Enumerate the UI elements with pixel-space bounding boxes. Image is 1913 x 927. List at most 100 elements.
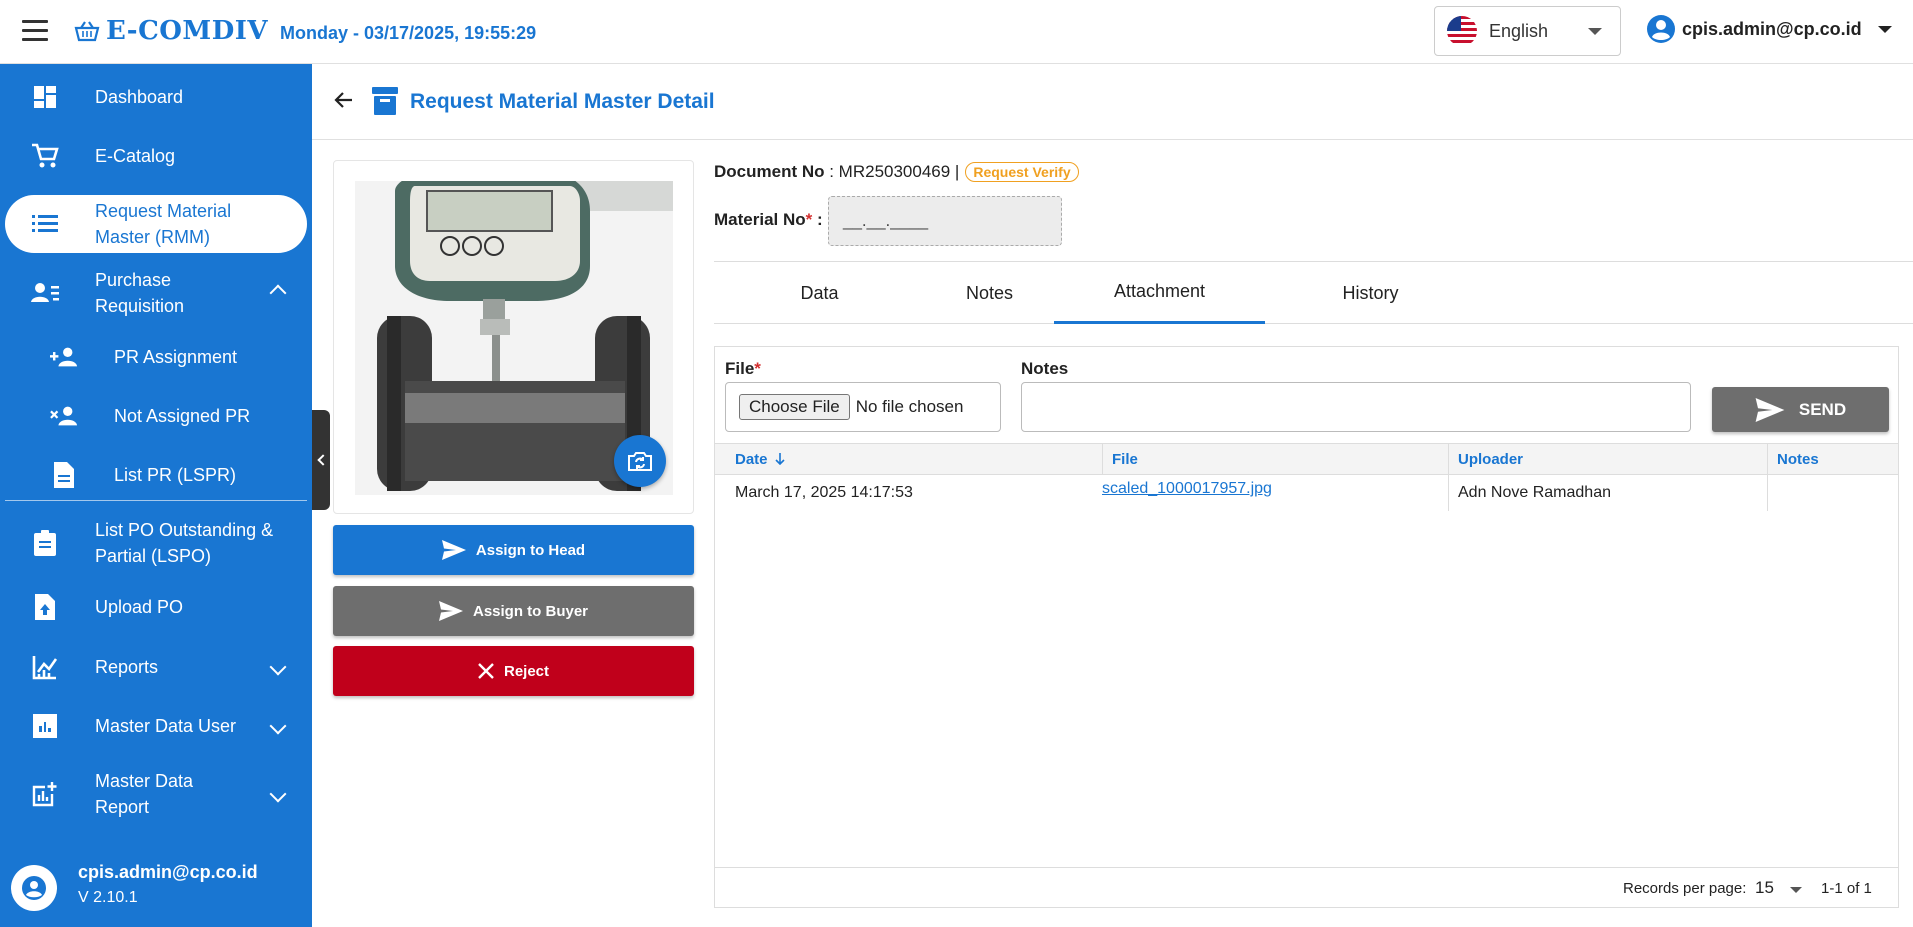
sidebar-item-label: Purchase Requisition <box>95 270 185 316</box>
column-header-notes[interactable]: Notes <box>1767 444 1898 474</box>
dashboard-icon <box>31 83 59 111</box>
file-label: File <box>725 359 755 378</box>
account-circle-icon <box>1647 15 1675 43</box>
file-label-line: File* <box>725 359 761 379</box>
sidebar-item-label: Master Data User <box>95 716 237 736</box>
choose-file-button[interactable]: Choose File <box>739 394 850 420</box>
tab-history[interactable]: History <box>1265 262 1476 324</box>
send-icon <box>438 601 463 621</box>
chevron-down-icon <box>269 785 287 803</box>
top-bar: E-COMDIV Monday - 03/17/2025, 19:55:29 E… <box>0 0 1913 64</box>
records-per-page-select[interactable]: 15 <box>1755 878 1774 898</box>
sidebar-item-label: PR Assignment <box>114 347 238 367</box>
sidebar-footer: cpis.admin@cp.co.id V 2.10.1 <box>0 851 312 927</box>
row-uploader: Adn Nove Ramadhan <box>1448 475 1767 511</box>
chevron-up-icon <box>269 284 287 302</box>
cart-icon <box>31 142 59 170</box>
user-email: cpis.admin@cp.co.id <box>1682 18 1862 39</box>
sidebar-item-master-data-user[interactable]: Master Data User <box>0 709 312 743</box>
material-no-field: __.__.____ <box>828 196 1062 246</box>
sidebar-item-label: Upload PO <box>95 597 184 617</box>
sidebar-item-label: Reports <box>95 657 159 677</box>
material-no-label-line: Material No* : <box>714 210 823 229</box>
sidebar-item-label: Not Assigned PR <box>114 406 251 426</box>
pagination-range: 1-1 of 1 <box>1821 880 1872 897</box>
sort-arrow-down-icon <box>774 453 785 465</box>
material-no-label: Material No <box>714 210 806 229</box>
reject-button[interactable]: Reject <box>333 646 694 696</box>
assign-to-buyer-label: Assign to Buyer <box>472 602 589 620</box>
sidebar-item-label: Dashboard <box>95 87 184 107</box>
chart-icon <box>31 653 59 681</box>
chevron-down-icon <box>1877 25 1892 33</box>
sidebar-item-label: Master Data Report <box>95 771 194 817</box>
row-notes <box>1767 475 1898 511</box>
send-button[interactable]: SEND <box>1712 387 1889 432</box>
document-no-value: MR250300469 <box>838 162 951 181</box>
user-menu[interactable]: cpis.admin@cp.co.id <box>1646 14 1892 44</box>
sidebar-item-purchase-requisition[interactable]: Purchase Requisition <box>0 264 312 322</box>
sidebar-item-label: List PR (LSPR) <box>114 465 237 485</box>
list-icon <box>31 210 59 238</box>
document-number-line: Document No : MR250300469 | Request Veri… <box>714 162 1079 182</box>
basket-icon <box>74 21 100 42</box>
upload-file-icon <box>31 593 59 621</box>
page-title: Request Material Master Detail <box>410 90 715 113</box>
language-select[interactable]: English <box>1434 6 1621 56</box>
sidebar-collapse-toggle[interactable] <box>312 410 330 510</box>
footer-user-email: cpis.admin@cp.co.id <box>78 862 258 882</box>
chart-add-icon <box>31 780 59 808</box>
camera-switch-icon <box>628 452 652 471</box>
back-arrow-icon[interactable] <box>334 90 354 115</box>
sidebar-item-master-data-report[interactable]: Master Data Report <box>0 765 312 823</box>
person-add-icon <box>50 343 78 371</box>
sidebar-item-reports[interactable]: Reports <box>0 650 312 684</box>
chevron-down-icon <box>1588 28 1602 35</box>
person-remove-icon <box>50 402 78 430</box>
sidebar-item-rmm[interactable]: Request Material Master (RMM) <box>5 195 307 253</box>
notes-input[interactable] <box>1021 382 1691 432</box>
row-date: March 17, 2025 14:17:53 <box>735 484 913 501</box>
menu-icon[interactable] <box>22 20 48 42</box>
table-footer: Records per page: 15 1-1 of 1 <box>715 867 1898 907</box>
attachment-file-link[interactable]: scaled_1000017957.jpg <box>1102 480 1272 498</box>
document-pipe: | <box>950 162 960 181</box>
chevron-left-icon <box>316 454 329 466</box>
bar-chart-icon <box>31 712 59 740</box>
avatar <box>11 865 57 911</box>
close-icon <box>478 663 494 679</box>
chevron-down-icon <box>269 717 287 735</box>
sidebar-item-upload-po[interactable]: Upload PO <box>0 590 312 624</box>
tab-attachment[interactable]: Attachment <box>1054 262 1265 324</box>
material-image-card <box>333 160 694 514</box>
sidebar-item-pr-assignment[interactable]: PR Assignment <box>0 340 312 374</box>
send-label: SEND <box>1798 399 1847 419</box>
brand-logo[interactable]: E-COMDIV <box>74 16 268 46</box>
sidebar-item-not-assigned-pr[interactable]: Not Assigned PR <box>0 399 312 433</box>
document-no-separator: : <box>824 162 839 181</box>
chevron-down-icon <box>269 658 287 676</box>
change-photo-button[interactable] <box>614 435 666 487</box>
document-no-label: Document No <box>714 162 825 181</box>
assign-to-head-button[interactable]: Assign to Head <box>333 525 694 575</box>
sidebar-item-list-pr[interactable]: List PR (LSPR) <box>0 458 312 492</box>
account-circle-icon <box>22 876 46 900</box>
assign-to-buyer-button[interactable]: Assign to Buyer <box>333 586 694 636</box>
file-input: Choose File No file chosen <box>725 382 1001 432</box>
table-row: March 17, 2025 14:17:53 scaled_100001795… <box>715 475 1898 511</box>
archive-box-icon <box>372 87 398 120</box>
column-header-date[interactable]: Date <box>735 444 1105 474</box>
column-header-uploader[interactable]: Uploader <box>1448 444 1767 474</box>
sidebar-item-dashboard[interactable]: Dashboard <box>0 80 312 114</box>
column-header-file[interactable]: File <box>1102 444 1448 474</box>
language-label: English <box>1489 20 1549 41</box>
sidebar-item-label: List PO Outstanding & Partial (LSPO) <box>95 520 274 566</box>
sidebar-item-label: E-Catalog <box>95 146 176 166</box>
chevron-down-icon[interactable] <box>1790 887 1802 893</box>
sidebar-item-list-po[interactable]: List PO Outstanding & Partial (LSPO) <box>0 514 312 572</box>
sidebar-item-e-catalog[interactable]: E-Catalog <box>0 139 312 173</box>
attachment-table-header: Date File Uploader Notes <box>715 443 1898 475</box>
required-marker: * <box>805 210 813 229</box>
clipboard-icon <box>31 529 59 557</box>
required-marker: * <box>754 359 761 378</box>
